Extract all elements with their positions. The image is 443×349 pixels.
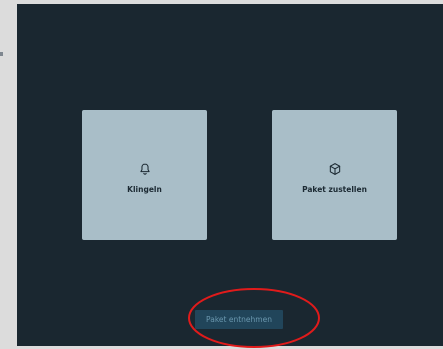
- deliver-package-label: Paket zustellen: [302, 185, 367, 194]
- ring-doorbell-button[interactable]: Klingeln: [82, 110, 207, 240]
- app-panel: Klingeln Paket zustellen Paket entnehmen: [17, 4, 443, 348]
- remove-package-button[interactable]: Paket entnehmen: [195, 310, 283, 329]
- ring-doorbell-label: Klingeln: [127, 185, 162, 194]
- window-edge-marker: [0, 52, 3, 56]
- bell-icon: [139, 163, 150, 175]
- package-icon: [329, 163, 340, 175]
- screen: { "tiles": [ { "label": "Klingeln", "ico…: [0, 0, 443, 349]
- deliver-package-button[interactable]: Paket zustellen: [272, 110, 397, 240]
